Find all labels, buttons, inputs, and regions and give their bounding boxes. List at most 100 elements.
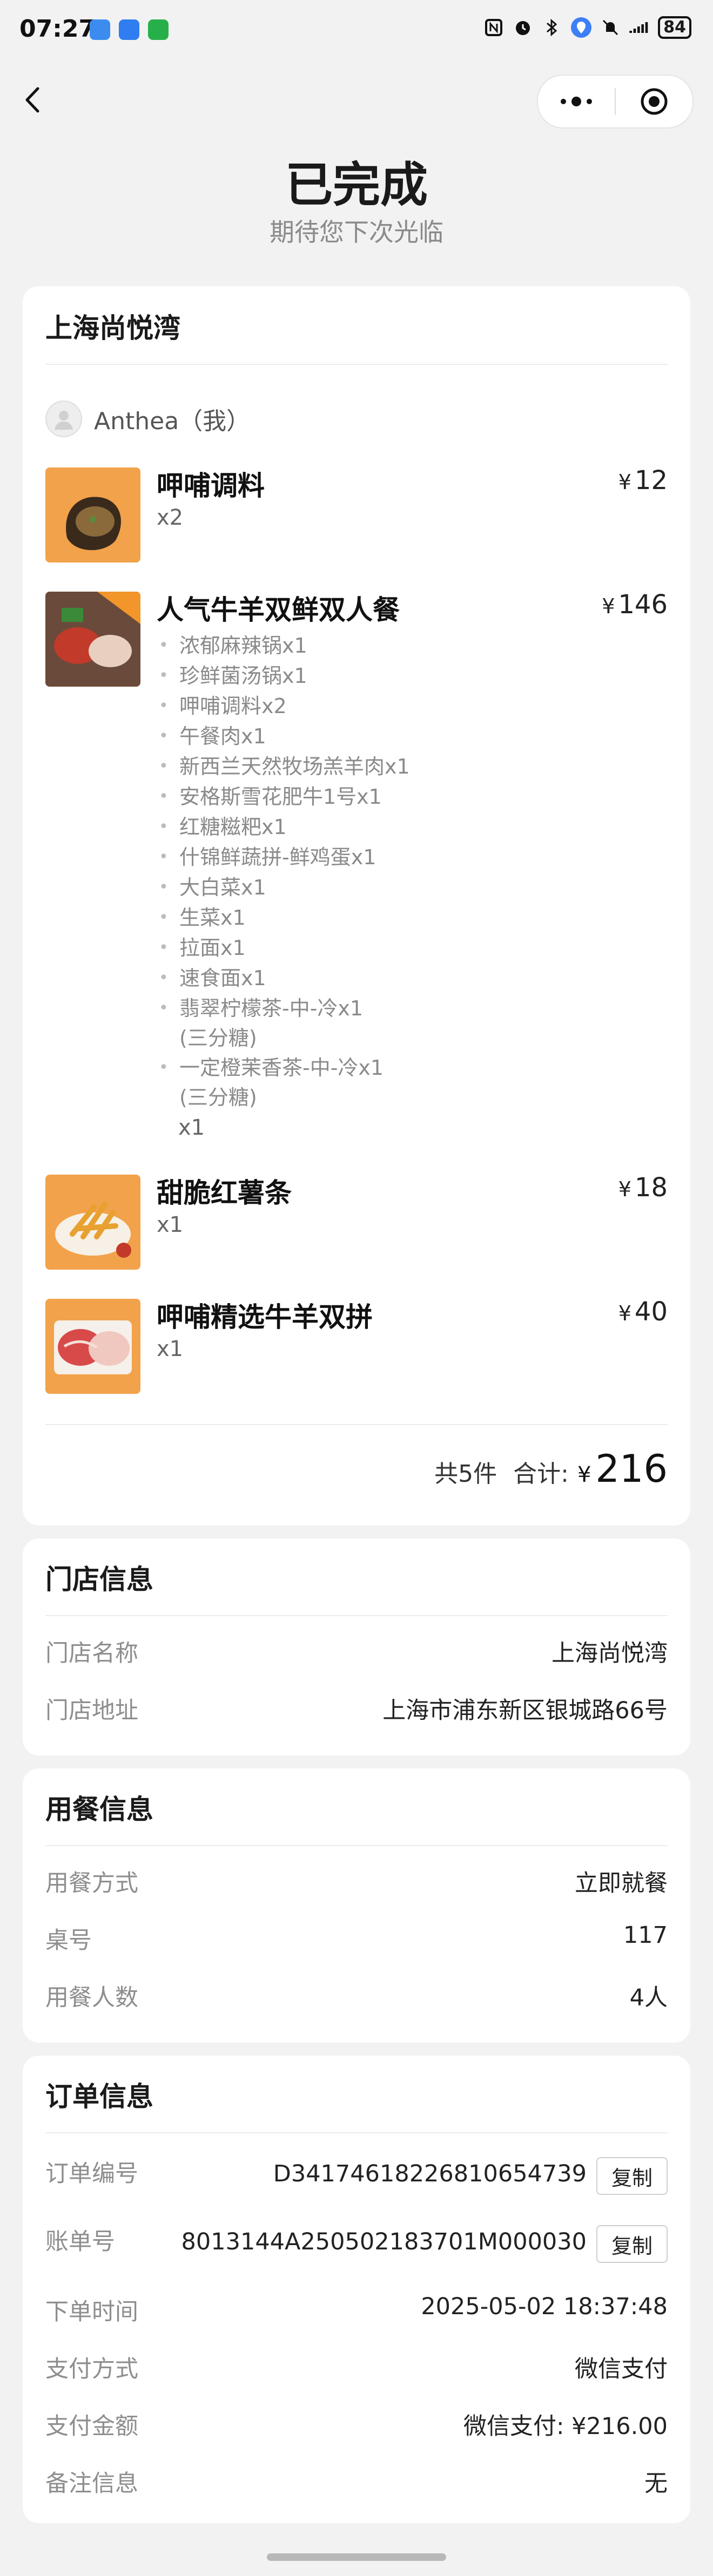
store-info-card: 门店信息 门店名称 上海尚悦湾 门店地址 上海市浦东新区银城路66号 bbox=[23, 1538, 690, 1755]
info-row-diner-count: 用餐人数 4人 bbox=[45, 1979, 668, 2011]
close-mini-program-button[interactable] bbox=[616, 76, 692, 127]
info-value: 2025-05-02 18:37:48 bbox=[421, 2293, 668, 2320]
mini-program-capsule bbox=[537, 74, 694, 128]
item-image bbox=[45, 467, 140, 562]
total-label: 合计: bbox=[513, 1460, 569, 1488]
divider bbox=[45, 1845, 668, 1846]
item-price-value: 40 bbox=[634, 1297, 668, 1327]
combo-sub-item: 珍鲜菌汤锅x1 bbox=[157, 661, 410, 691]
combo-sub-item: 拉面x1 bbox=[157, 933, 410, 963]
divider bbox=[45, 1615, 668, 1616]
order-item[interactable]: 呷哺调料 x2 ¥12 bbox=[45, 465, 668, 562]
info-row-order-time: 下单时间 2025-05-02 18:37:48 bbox=[45, 2293, 668, 2326]
total-amount: 216 bbox=[595, 1447, 668, 1491]
combo-sub-item: 呷哺调料x2 bbox=[157, 691, 410, 721]
info-row-store-address: 门店地址 上海市浦东新区银城路66号 bbox=[45, 1692, 668, 1724]
dining-info-card: 用餐信息 用餐方式 立即就餐 桌号 117 用餐人数 4人 bbox=[23, 1768, 690, 2043]
orderer-name: Anthea（我） bbox=[94, 408, 251, 435]
info-value: D34174618226810654739 bbox=[273, 2160, 587, 2187]
combo-sub-item: 新西兰天然牧场羔羊肉x1 bbox=[157, 751, 410, 782]
info-label: 下单时间 bbox=[45, 2299, 138, 2326]
info-value: 4人 bbox=[629, 1984, 668, 2011]
chat-app-icon bbox=[90, 19, 110, 40]
nfc-icon bbox=[483, 17, 505, 38]
combo-sub-item: 一定橙茉香茶-中-冷x1 bbox=[179, 1056, 384, 1080]
combo-contents-list: 浓郁麻辣锅x1 珍鲜菌汤锅x1 呷哺调料x2 午餐肉x1 新西兰天然牧场羔羊肉x… bbox=[157, 631, 410, 1112]
info-label: 账单号 bbox=[45, 2228, 115, 2255]
item-price: ¥40 bbox=[618, 1297, 668, 1327]
orderer-row: Anthea（我） bbox=[45, 401, 250, 437]
order-item[interactable]: 甜脆红薯条 x1 ¥18 bbox=[45, 1172, 668, 1270]
info-label: 门店地址 bbox=[45, 1697, 138, 1724]
order-item[interactable]: 人气牛羊双鲜双人餐 ¥146 浓郁麻辣锅x1 珍鲜菌汤锅x1 呷哺调料x2 午餐… bbox=[45, 589, 668, 1148]
info-row-remarks: 备注信息 无 bbox=[45, 2465, 668, 2497]
sub-item-note: (三分糖) bbox=[179, 1026, 257, 1050]
item-price-value: 12 bbox=[634, 465, 668, 496]
currency-symbol: ¥ bbox=[618, 1301, 631, 1325]
card-title: 门店信息 bbox=[45, 1564, 153, 1595]
info-label: 桌号 bbox=[45, 1927, 92, 1954]
bluetooth-icon bbox=[541, 17, 563, 38]
divider bbox=[45, 364, 668, 365]
combo-sub-item: 红糖糍粑x1 bbox=[157, 812, 410, 842]
user-avatar-icon bbox=[55, 411, 73, 430]
item-name: 呷哺精选牛羊双拼 bbox=[157, 1301, 373, 1333]
combo-sub-item: 浓郁麻辣锅x1 bbox=[157, 631, 410, 661]
sub-item-note: (三分糖) bbox=[179, 1086, 257, 1109]
info-label: 订单编号 bbox=[45, 2160, 138, 2187]
info-label: 用餐方式 bbox=[45, 1870, 138, 1897]
info-label: 备注信息 bbox=[45, 2470, 138, 2497]
order-total: 共5件 合计: ¥ 216 bbox=[434, 1447, 668, 1491]
back-button[interactable] bbox=[19, 81, 52, 119]
info-row-store-name: 门店名称 上海尚悦湾 bbox=[45, 1635, 668, 1667]
info-label: 用餐人数 bbox=[45, 1984, 138, 2011]
page-title: 已完成 bbox=[285, 157, 428, 213]
order-item[interactable]: 呷哺精选牛羊双拼 x1 ¥40 bbox=[45, 1297, 668, 1394]
combo-sub-item-with-note: 一定橙茉香茶-中-冷x1 (三分糖) bbox=[157, 1053, 410, 1112]
combo-sub-item: 什锦鲜蔬拼-鲜鸡蛋x1 bbox=[157, 842, 410, 872]
info-value: 立即就餐 bbox=[575, 1870, 668, 1897]
copy-bill-number-button[interactable]: 复制 bbox=[596, 2225, 668, 2263]
store-name: 上海尚悦湾 bbox=[45, 313, 180, 344]
info-value: 无 bbox=[644, 2470, 668, 2497]
item-quantity: x2 bbox=[157, 505, 184, 530]
chevron-left-icon bbox=[25, 87, 39, 113]
location-icon bbox=[570, 17, 592, 38]
more-button[interactable] bbox=[538, 76, 615, 127]
info-value: 微信支付 bbox=[575, 2356, 668, 2383]
item-image bbox=[45, 592, 140, 687]
info-row-order-number: 订单编号 D34174618226810654739 复制 bbox=[45, 2155, 668, 2195]
combo-sub-item: 速食面x1 bbox=[157, 963, 410, 993]
total-item-count: 共5件 bbox=[434, 1460, 497, 1488]
item-price-value: 18 bbox=[634, 1172, 668, 1203]
combo-sub-item-with-note: 翡翠柠檬茶-中-冷x1 (三分糖) bbox=[157, 993, 410, 1053]
page-subtitle: 期待您下次光临 bbox=[270, 218, 443, 247]
item-price-value: 146 bbox=[618, 589, 668, 620]
alarm-icon bbox=[512, 17, 534, 38]
item-name: 甜脆红薯条 bbox=[157, 1177, 292, 1209]
info-value: 上海尚悦湾 bbox=[551, 1640, 668, 1667]
divider bbox=[45, 2132, 668, 2133]
home-indicator[interactable] bbox=[267, 2553, 446, 2561]
combo-sub-item: 安格斯雪花肥牛1号x1 bbox=[157, 782, 410, 812]
status-bar: 07:27 84 bbox=[0, 0, 713, 65]
currency-symbol: ¥ bbox=[577, 1462, 591, 1487]
item-quantity: x1 bbox=[178, 1115, 205, 1140]
info-value: 微信支付: ¥216.00 bbox=[463, 2413, 668, 2440]
battery-icon: 84 bbox=[658, 16, 691, 39]
order-info-card: 订单信息 订单编号 D34174618226810654739 复制 账单号 8… bbox=[23, 2056, 690, 2523]
info-label: 门店名称 bbox=[45, 1640, 138, 1667]
app-icon-green bbox=[148, 19, 169, 40]
info-value: 上海市浦东新区银城路66号 bbox=[382, 1697, 668, 1724]
combo-sub-item: 翡翠柠檬茶-中-冷x1 bbox=[179, 996, 364, 1020]
avatar bbox=[45, 401, 82, 437]
currency-symbol: ¥ bbox=[618, 1177, 631, 1201]
item-image bbox=[45, 1299, 140, 1394]
item-name: 呷哺调料 bbox=[157, 470, 265, 501]
copy-order-number-button[interactable]: 复制 bbox=[596, 2157, 668, 2195]
combo-sub-item: 生菜x1 bbox=[157, 903, 410, 933]
currency-symbol: ¥ bbox=[618, 470, 631, 494]
signal-icon bbox=[629, 17, 650, 38]
info-row-bill-number: 账单号 8013144A250502183701M000030 复制 bbox=[45, 2223, 668, 2263]
order-items-card: 上海尚悦湾 Anthea（我） 呷哺调料 x2 ¥12 人气牛羊双鲜双人餐 ¥1… bbox=[23, 286, 690, 1526]
